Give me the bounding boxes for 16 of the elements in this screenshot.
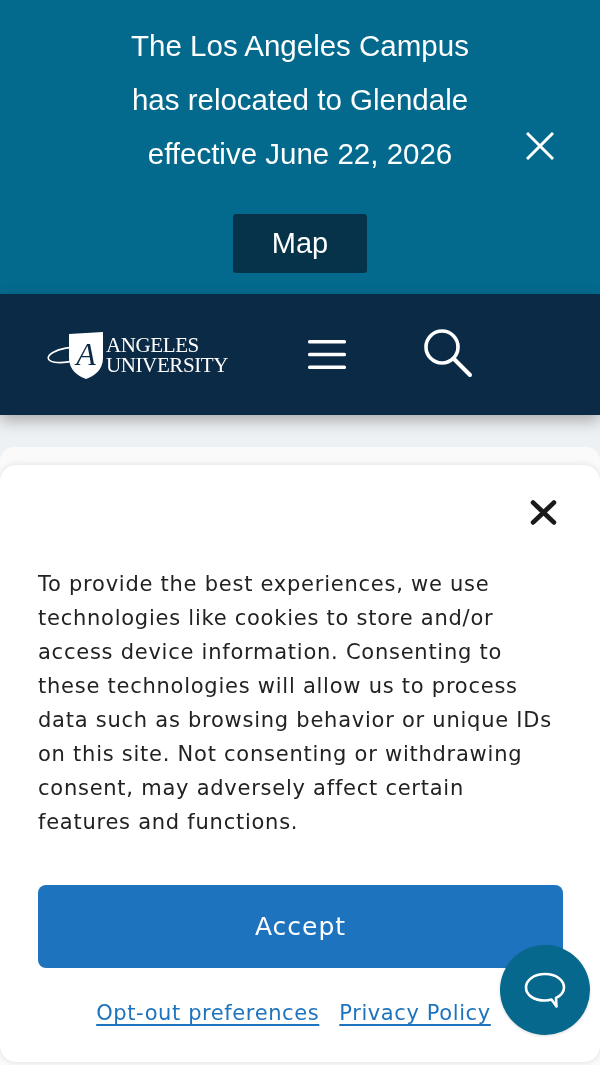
preferences-link[interactable]: Opt-out preferences [96,998,320,1028]
menu-button[interactable] [308,340,346,369]
close-icon [530,500,557,525]
close-button[interactable] [530,500,557,525]
menu-icon [308,340,346,369]
announcement-text: The Los Angeles Campus has relocated to Glendale effective June 22, 2026 [130,28,470,172]
cookie-message: To provide the best experiences, we use technologies like cookies to store and/or access device information. Consenting to these technologies will allow us to process data such as browsing behavior or unique IDs on this site. Not consenting or withdrawing consent, may adversely affect certain features and functions. [38,571,553,836]
search-icon [423,327,473,378]
map-button[interactable]: Map [233,214,367,273]
search-button[interactable] [423,327,473,378]
accept-button[interactable]: Accept [38,885,563,968]
close-icon [526,132,554,160]
privacy-policy-link[interactable]: Privacy Policy [339,998,491,1028]
chat-icon [523,971,567,1009]
logo-emblem: A [47,329,105,380]
logo-wordmark: ANGELES UNIVERSITY [106,334,228,375]
